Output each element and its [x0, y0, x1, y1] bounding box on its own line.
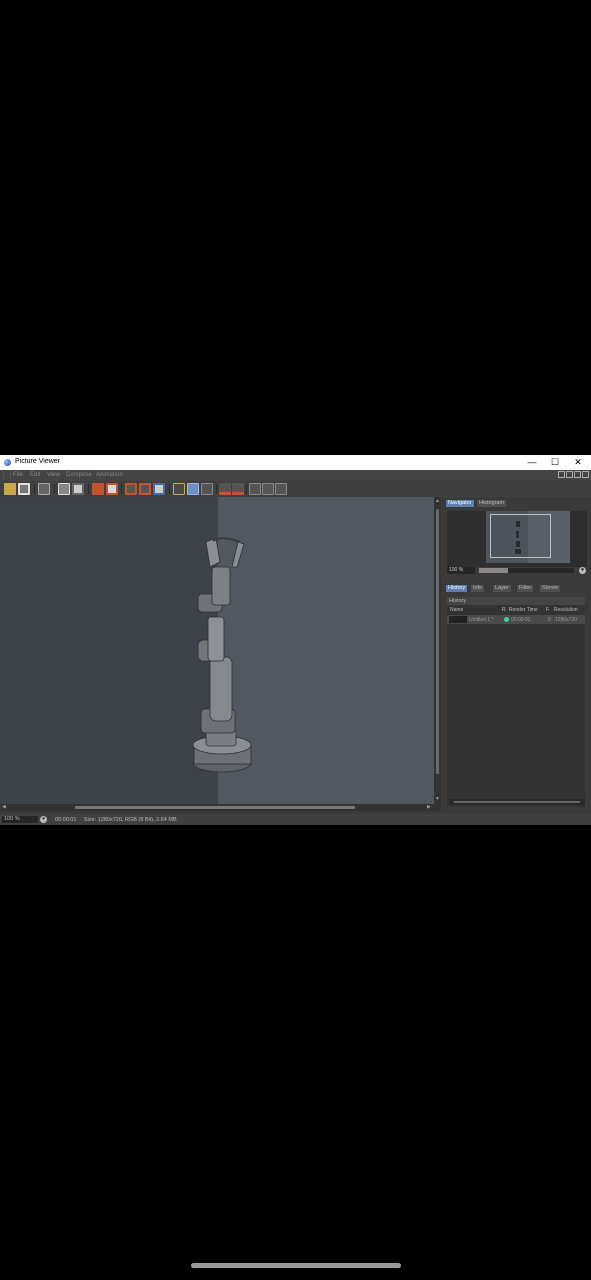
history-header: History — [447, 597, 585, 605]
side-panel: Navigator Histogram 100 % ● History Info… — [441, 497, 591, 811]
robot-arm-render — [192, 537, 252, 773]
status-dot-icon — [504, 617, 509, 622]
fit-icon[interactable] — [58, 483, 70, 495]
detach-icon[interactable] — [582, 471, 589, 478]
tab-history[interactable]: History — [446, 585, 468, 592]
tab-info[interactable]: Info — [471, 585, 485, 592]
history-row[interactable]: Untitled 1 * 00:00:01 0 1280x720 — [447, 615, 585, 624]
scroll-up-icon[interactable]: ▲ — [435, 499, 440, 504]
col-resolution[interactable]: Resolution — [554, 607, 578, 613]
copy-icon[interactable] — [38, 483, 50, 495]
navigator-preview[interactable] — [447, 511, 587, 567]
layout-alt-icon[interactable] — [566, 471, 573, 478]
title-bar: Picture Viewer — ☐ ✕ — [0, 455, 591, 470]
vertical-scroll-thumb[interactable] — [436, 509, 439, 774]
zoom-reset-icon[interactable]: ● — [579, 567, 586, 574]
layout-icons — [557, 471, 589, 480]
menu-compose[interactable]: Compose — [66, 472, 92, 478]
channel-b-icon[interactable] — [232, 483, 244, 495]
col-r[interactable]: R — [502, 607, 506, 613]
history-thumbnail — [449, 616, 467, 623]
save-icon[interactable] — [18, 483, 30, 495]
navigator-zoom-value[interactable]: 100 % — [447, 567, 475, 574]
export-icon[interactable] — [72, 483, 84, 495]
history-scroll-thumb[interactable] — [454, 801, 580, 803]
status-info: Size: 1280x720, RGB (8 Bit), 2.64 MB — [84, 817, 177, 823]
history-name: Untitled 1 * — [469, 617, 494, 623]
status-zoom-field[interactable]: 100 % — [2, 816, 38, 823]
split-view-icon[interactable] — [187, 483, 199, 495]
scroll-left-icon[interactable]: ◀ — [2, 805, 6, 810]
close-button[interactable]: ✕ — [570, 456, 586, 469]
col-f[interactable]: F — [546, 607, 549, 613]
menu-view[interactable]: View — [47, 472, 60, 478]
status-time: 00:00:01 — [55, 817, 77, 823]
toolbar — [0, 481, 591, 498]
viewport-horizontal-scrollbar[interactable]: ◀ ▶ — [0, 804, 434, 811]
status-zoom-icon[interactable]: ● — [40, 816, 47, 823]
status-bar: 100 % ● 00:00:01 Size: 1280x720, RGB (8 … — [0, 814, 591, 825]
horizontal-scroll-thumb[interactable] — [75, 806, 355, 809]
history-render-time: 00:00:01 — [511, 617, 531, 623]
grid-icon[interactable] — [249, 483, 261, 495]
menu-animation[interactable]: Animation — [96, 472, 123, 478]
menu-grip-icon — [3, 473, 11, 478]
tab-stereo[interactable]: Stereo — [540, 585, 561, 592]
channel-a-icon[interactable] — [219, 483, 231, 495]
col-name[interactable]: Name — [450, 607, 463, 613]
layout-icon[interactable] — [558, 471, 565, 478]
window-title: Picture Viewer — [15, 458, 61, 465]
viewport-vertical-scrollbar[interactable]: ▲ ▼ — [434, 497, 441, 811]
layout-icon[interactable] — [201, 483, 213, 495]
scroll-right-icon[interactable]: ▶ — [427, 805, 431, 810]
image-viewport[interactable] — [0, 497, 434, 804]
render-icon[interactable] — [92, 483, 104, 495]
tab-layer[interactable]: Layer — [493, 585, 511, 592]
frame-icon[interactable] — [275, 483, 287, 495]
zoom-slider-fill — [479, 568, 508, 573]
navigator-zoom-slider[interactable] — [479, 568, 574, 573]
navigator-view-frame[interactable] — [490, 514, 551, 558]
render-region-icon[interactable] — [106, 483, 118, 495]
minimize-button[interactable]: — — [524, 456, 540, 469]
picture-viewer-window: Picture Viewer — ☐ ✕ File Edit View Comp… — [0, 455, 591, 825]
history-resolution: 1280x720 — [555, 617, 577, 623]
col-render-time[interactable]: Render Time — [509, 607, 538, 613]
history-panel: History Name R Render Time F Resolution … — [447, 597, 585, 807]
grid-alt-icon[interactable] — [262, 483, 274, 495]
tab-filter[interactable]: Filter — [517, 585, 534, 592]
tab-histogram[interactable]: Histogram — [477, 500, 507, 507]
history-frame: 0 — [548, 617, 551, 623]
ab-compare-icon[interactable] — [173, 483, 185, 495]
home-indicator[interactable] — [191, 1263, 401, 1268]
tab-navigator[interactable]: Navigator — [446, 500, 474, 507]
navigator-zoom: 100 % ● — [447, 567, 587, 575]
menu-bar: File Edit View Compose Animation — [0, 470, 591, 481]
scroll-down-icon[interactable]: ▼ — [435, 797, 440, 802]
menu-file[interactable]: File — [13, 472, 23, 478]
compare-icon[interactable] — [153, 483, 165, 495]
region-icon[interactable] — [125, 483, 137, 495]
history-scrollbar[interactable] — [449, 799, 585, 805]
maximize-button[interactable]: ☐ — [547, 456, 563, 469]
snapshot-icon[interactable] — [139, 483, 151, 495]
open-icon[interactable] — [4, 483, 16, 495]
expand-icon[interactable] — [574, 471, 581, 478]
app-logo-icon — [4, 459, 11, 466]
menu-edit[interactable]: Edit — [30, 472, 40, 478]
